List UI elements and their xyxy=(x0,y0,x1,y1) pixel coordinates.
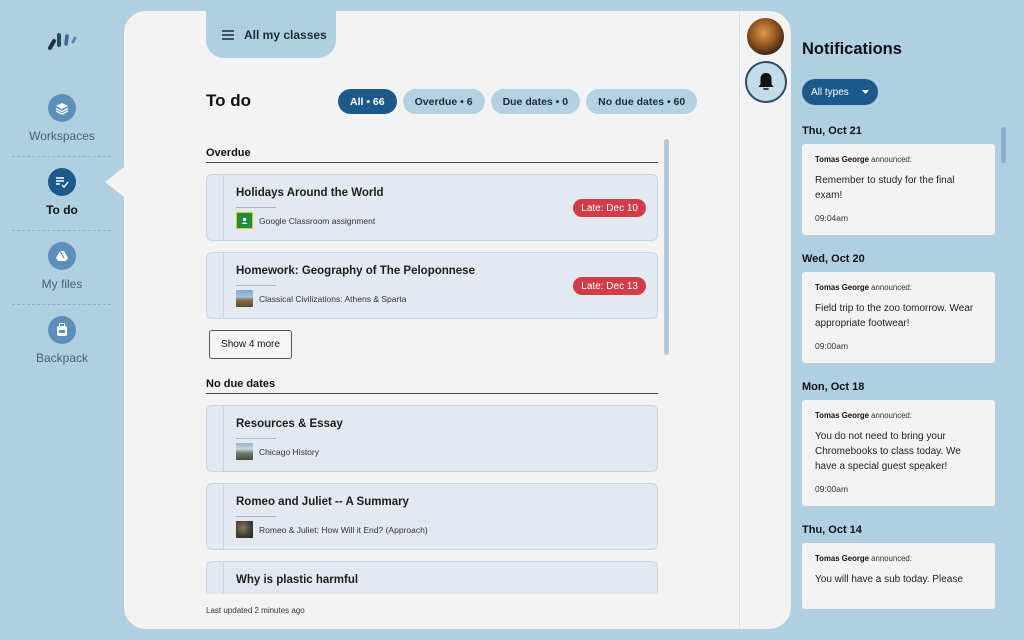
panel-divider xyxy=(739,11,740,629)
layers-icon xyxy=(48,94,76,122)
todo-list: Overdue Holidays Around the World Google… xyxy=(206,141,676,594)
notification-time: 09:04am xyxy=(815,213,849,223)
todo-list-scrollbar[interactable] xyxy=(664,139,669,355)
caret-down-icon xyxy=(861,90,869,94)
late-badge: Late: Dec 13 xyxy=(573,277,646,295)
active-nav-pointer xyxy=(105,167,124,197)
notification-date: Thu, Oct 21 xyxy=(802,125,862,137)
title-underline xyxy=(236,438,276,439)
hamburger-menu-icon xyxy=(222,29,234,40)
nav-divider xyxy=(12,156,111,157)
section-heading-no-due-dates: No due dates xyxy=(206,378,658,394)
section-heading-overdue: Overdue xyxy=(206,147,658,163)
notification-date: Mon, Oct 18 xyxy=(802,381,865,393)
nav-label: Backpack xyxy=(35,351,89,365)
notifications-title: Notifications xyxy=(802,40,902,58)
notification-card[interactable]: Tomas George announced: Field trip to th… xyxy=(802,272,995,363)
notification-message: You do not need to bring your Chromebook… xyxy=(815,431,961,472)
all-classes-label: All my classes xyxy=(244,27,327,42)
nav-divider xyxy=(12,304,111,305)
notification-author: Tomas George xyxy=(815,554,870,563)
card-stripe xyxy=(223,484,224,549)
notification-author: Tomas George xyxy=(815,283,870,292)
google-classroom-icon xyxy=(236,212,253,229)
last-updated-text: Last updated 2 minutes ago xyxy=(206,606,305,615)
todo-title: Homework: Geography of The Peloponnese xyxy=(236,265,475,277)
notification-card[interactable]: Tomas George announced: You will have a … xyxy=(802,543,995,609)
notification-message: Field trip to the zoo tomorrow. Wear app… xyxy=(815,303,974,329)
backpack-icon xyxy=(48,316,76,344)
filter-chip-no-due-dates[interactable]: No due dates • 60 xyxy=(586,89,698,114)
late-badge: Late: Dec 10 xyxy=(573,199,646,217)
filter-chip-overdue[interactable]: Overdue • 6 xyxy=(402,89,485,114)
notification-type-dropdown[interactable]: All types xyxy=(802,79,878,105)
nav-item-my-files[interactable]: My files xyxy=(12,242,112,291)
notification-card[interactable]: Tomas George announced: You do not need … xyxy=(802,400,995,506)
todo-item[interactable]: Homework: Geography of The Peloponnese C… xyxy=(206,252,658,319)
todo-item[interactable]: Why is plastic harmful xyxy=(206,561,658,594)
nav-label: Workspaces xyxy=(29,129,95,143)
notification-verb: announced: xyxy=(869,411,912,420)
title-underline xyxy=(236,285,276,286)
class-thumbnail-image xyxy=(236,290,253,307)
card-stripe xyxy=(223,562,224,594)
user-avatar[interactable] xyxy=(747,18,784,55)
notification-author: Tomas George xyxy=(815,411,870,420)
nav-divider xyxy=(12,230,111,231)
todo-source: Romeo & Juliet: How Will it End? (Approa… xyxy=(259,524,428,535)
todo-title: Holidays Around the World xyxy=(236,187,384,199)
todo-item[interactable]: Resources & Essay Chicago History xyxy=(206,405,658,472)
all-classes-menu-button[interactable]: All my classes xyxy=(206,11,336,58)
todo-source: Google Classroom assignment xyxy=(259,215,376,226)
filter-chips: All • 66 Overdue • 6 Due dates • 0 No du… xyxy=(338,89,698,114)
main-panel: All my classes To do All • 66 Overdue • … xyxy=(124,11,791,629)
app-logo-icon xyxy=(48,33,77,50)
nav-label: My files xyxy=(41,277,83,291)
drive-icon xyxy=(48,242,76,270)
notification-card[interactable]: Tomas George announced: Remember to stud… xyxy=(802,144,995,235)
title-underline xyxy=(236,516,276,517)
todo-title: Why is plastic harmful xyxy=(236,574,359,586)
card-stripe xyxy=(223,406,224,471)
todo-title: Resources & Essay xyxy=(236,418,343,430)
nav-item-workspaces[interactable]: Workspaces xyxy=(12,94,112,143)
notifications-button[interactable] xyxy=(745,61,787,103)
nav-label: To do xyxy=(46,203,78,217)
filter-chip-all[interactable]: All • 66 xyxy=(338,89,397,114)
todo-item[interactable]: Romeo and Juliet -- A Summary Romeo & Ju… xyxy=(206,483,658,550)
bell-icon xyxy=(758,73,774,90)
notification-date: Thu, Oct 14 xyxy=(802,524,862,536)
page-title: To do xyxy=(206,91,251,110)
card-stripe xyxy=(223,175,224,240)
nav-item-backpack[interactable]: Backpack xyxy=(12,316,112,365)
todo-source: Chicago History xyxy=(259,446,319,457)
notification-time: 09:00am xyxy=(815,341,849,351)
class-thumbnail-image xyxy=(236,443,253,460)
notification-author: Tomas George xyxy=(815,155,870,164)
notification-message: Remember to study for the final exam! xyxy=(815,175,955,201)
notification-message: You will have a sub today. Please xyxy=(815,574,963,585)
notification-verb: announced: xyxy=(869,155,912,164)
card-stripe xyxy=(223,253,224,318)
show-more-button[interactable]: Show 4 more xyxy=(209,330,292,359)
notifications-list: Thu, Oct 21 Tomas George announced: Reme… xyxy=(802,120,998,617)
title-underline xyxy=(236,207,276,208)
notifications-scrollbar[interactable] xyxy=(1001,127,1006,163)
todo-title: Romeo and Juliet -- A Summary xyxy=(236,496,409,508)
class-thumbnail-image xyxy=(236,521,253,538)
notification-date: Wed, Oct 20 xyxy=(802,253,865,265)
notification-time: 09:00am xyxy=(815,484,849,494)
nav-item-todo[interactable]: To do xyxy=(12,168,112,217)
todo-source: Classical Civilizations: Athens & Sparta xyxy=(259,293,407,304)
notification-verb: announced: xyxy=(869,554,912,563)
filter-chip-due-dates[interactable]: Due dates • 0 xyxy=(490,89,581,114)
todo-item[interactable]: Holidays Around the World Google Classro… xyxy=(206,174,658,241)
todo-check-icon xyxy=(48,168,76,196)
dropdown-label: All types xyxy=(811,86,849,98)
notification-verb: announced: xyxy=(869,283,912,292)
